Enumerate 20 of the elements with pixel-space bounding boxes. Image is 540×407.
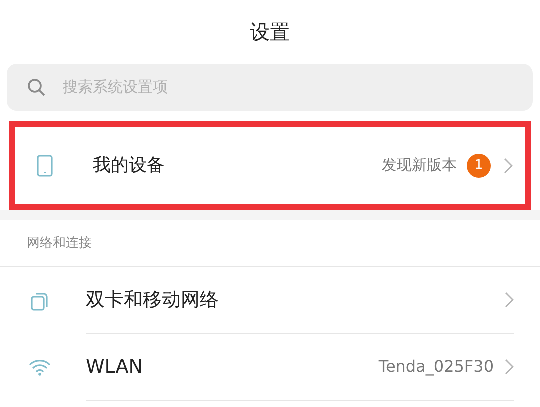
cards-icon <box>31 290 49 310</box>
page-title: 设置 <box>250 19 290 46</box>
chevron-icon <box>504 359 514 375</box>
row-value: Tenda_025F30 <box>378 356 494 378</box>
tablet-icon <box>37 154 53 176</box>
count-badge: 1 <box>467 154 491 178</box>
my-device-row[interactable]: 我的设备 发现新版本 1 <box>9 121 531 210</box>
section-header: 网络和连接 <box>27 236 92 251</box>
row-label: 我的设备 <box>93 154 165 178</box>
row-value: 发现新版本 <box>382 155 457 176</box>
wifi-icon <box>29 360 51 376</box>
row-label: 双卡和移动网络 <box>86 288 219 313</box>
settings-row[interactable]: WLAN Tenda_025F30 <box>0 334 540 401</box>
search-input[interactable]: 搜索系统设置项 <box>63 76 533 99</box>
search-field[interactable]: 搜索系统设置项 <box>7 64 533 111</box>
chevron-icon <box>503 158 513 174</box>
search-icon <box>27 78 47 98</box>
chevron-icon <box>504 292 514 308</box>
settings-row[interactable]: 双卡和移动网络 <box>0 267 540 334</box>
row-label: WLAN <box>86 354 144 380</box>
